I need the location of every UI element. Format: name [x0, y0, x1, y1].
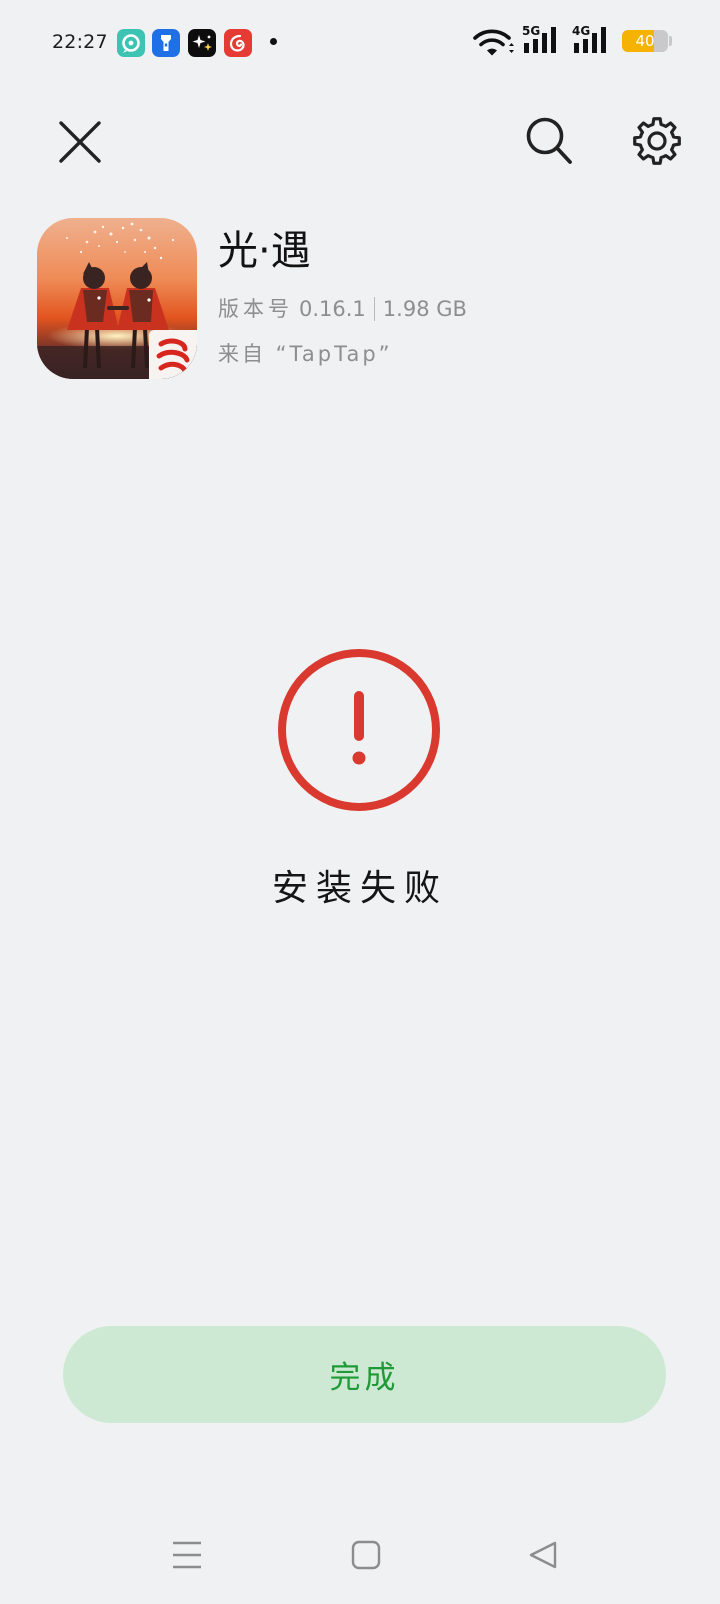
gear-icon[interactable] [632, 116, 682, 166]
back-icon[interactable] [528, 1540, 558, 1570]
wifi-icon [472, 27, 514, 61]
meta-divider [373, 297, 375, 321]
battery-icon: 40 [622, 30, 668, 52]
app-source: 来自 “TapTap” [218, 342, 393, 366]
error-icon [274, 645, 444, 815]
app-size: 1.98 GB [382, 297, 467, 321]
app-version-line: 版本号 0.16.1 1.98 GB [218, 295, 467, 323]
battery-cap [669, 36, 672, 46]
done-button-label: 完成 [329, 1360, 400, 1396]
menu-icon[interactable] [172, 1540, 202, 1570]
app-name: 光·遇 [218, 228, 311, 274]
sky-game-icon [37, 218, 197, 379]
flashlight-app-icon [152, 29, 180, 57]
cellular-signal-icon [524, 27, 556, 53]
status-time: 22:27 [52, 31, 108, 53]
cellular-signal-5g: 5G [522, 25, 566, 55]
sparkle-app-icon [188, 29, 216, 57]
version-value: 0.16.1 [299, 297, 366, 321]
notification-dot [270, 38, 277, 45]
battery-level: 40 [635, 32, 655, 50]
home-icon[interactable] [351, 1540, 381, 1570]
app-source-line: 来自 “TapTap” [218, 340, 393, 368]
result-message: 安装失败 [271, 868, 448, 909]
cellular-signal-icon [574, 27, 606, 53]
search-icon[interactable] [524, 116, 574, 166]
done-button[interactable]: 完成 [63, 1326, 666, 1423]
cellular-signal-4g: 4G [572, 25, 616, 55]
disc-app-icon [117, 29, 145, 57]
version-label: 版本号 [218, 297, 293, 321]
close-icon[interactable] [57, 119, 103, 165]
netease-music-icon [224, 29, 252, 57]
